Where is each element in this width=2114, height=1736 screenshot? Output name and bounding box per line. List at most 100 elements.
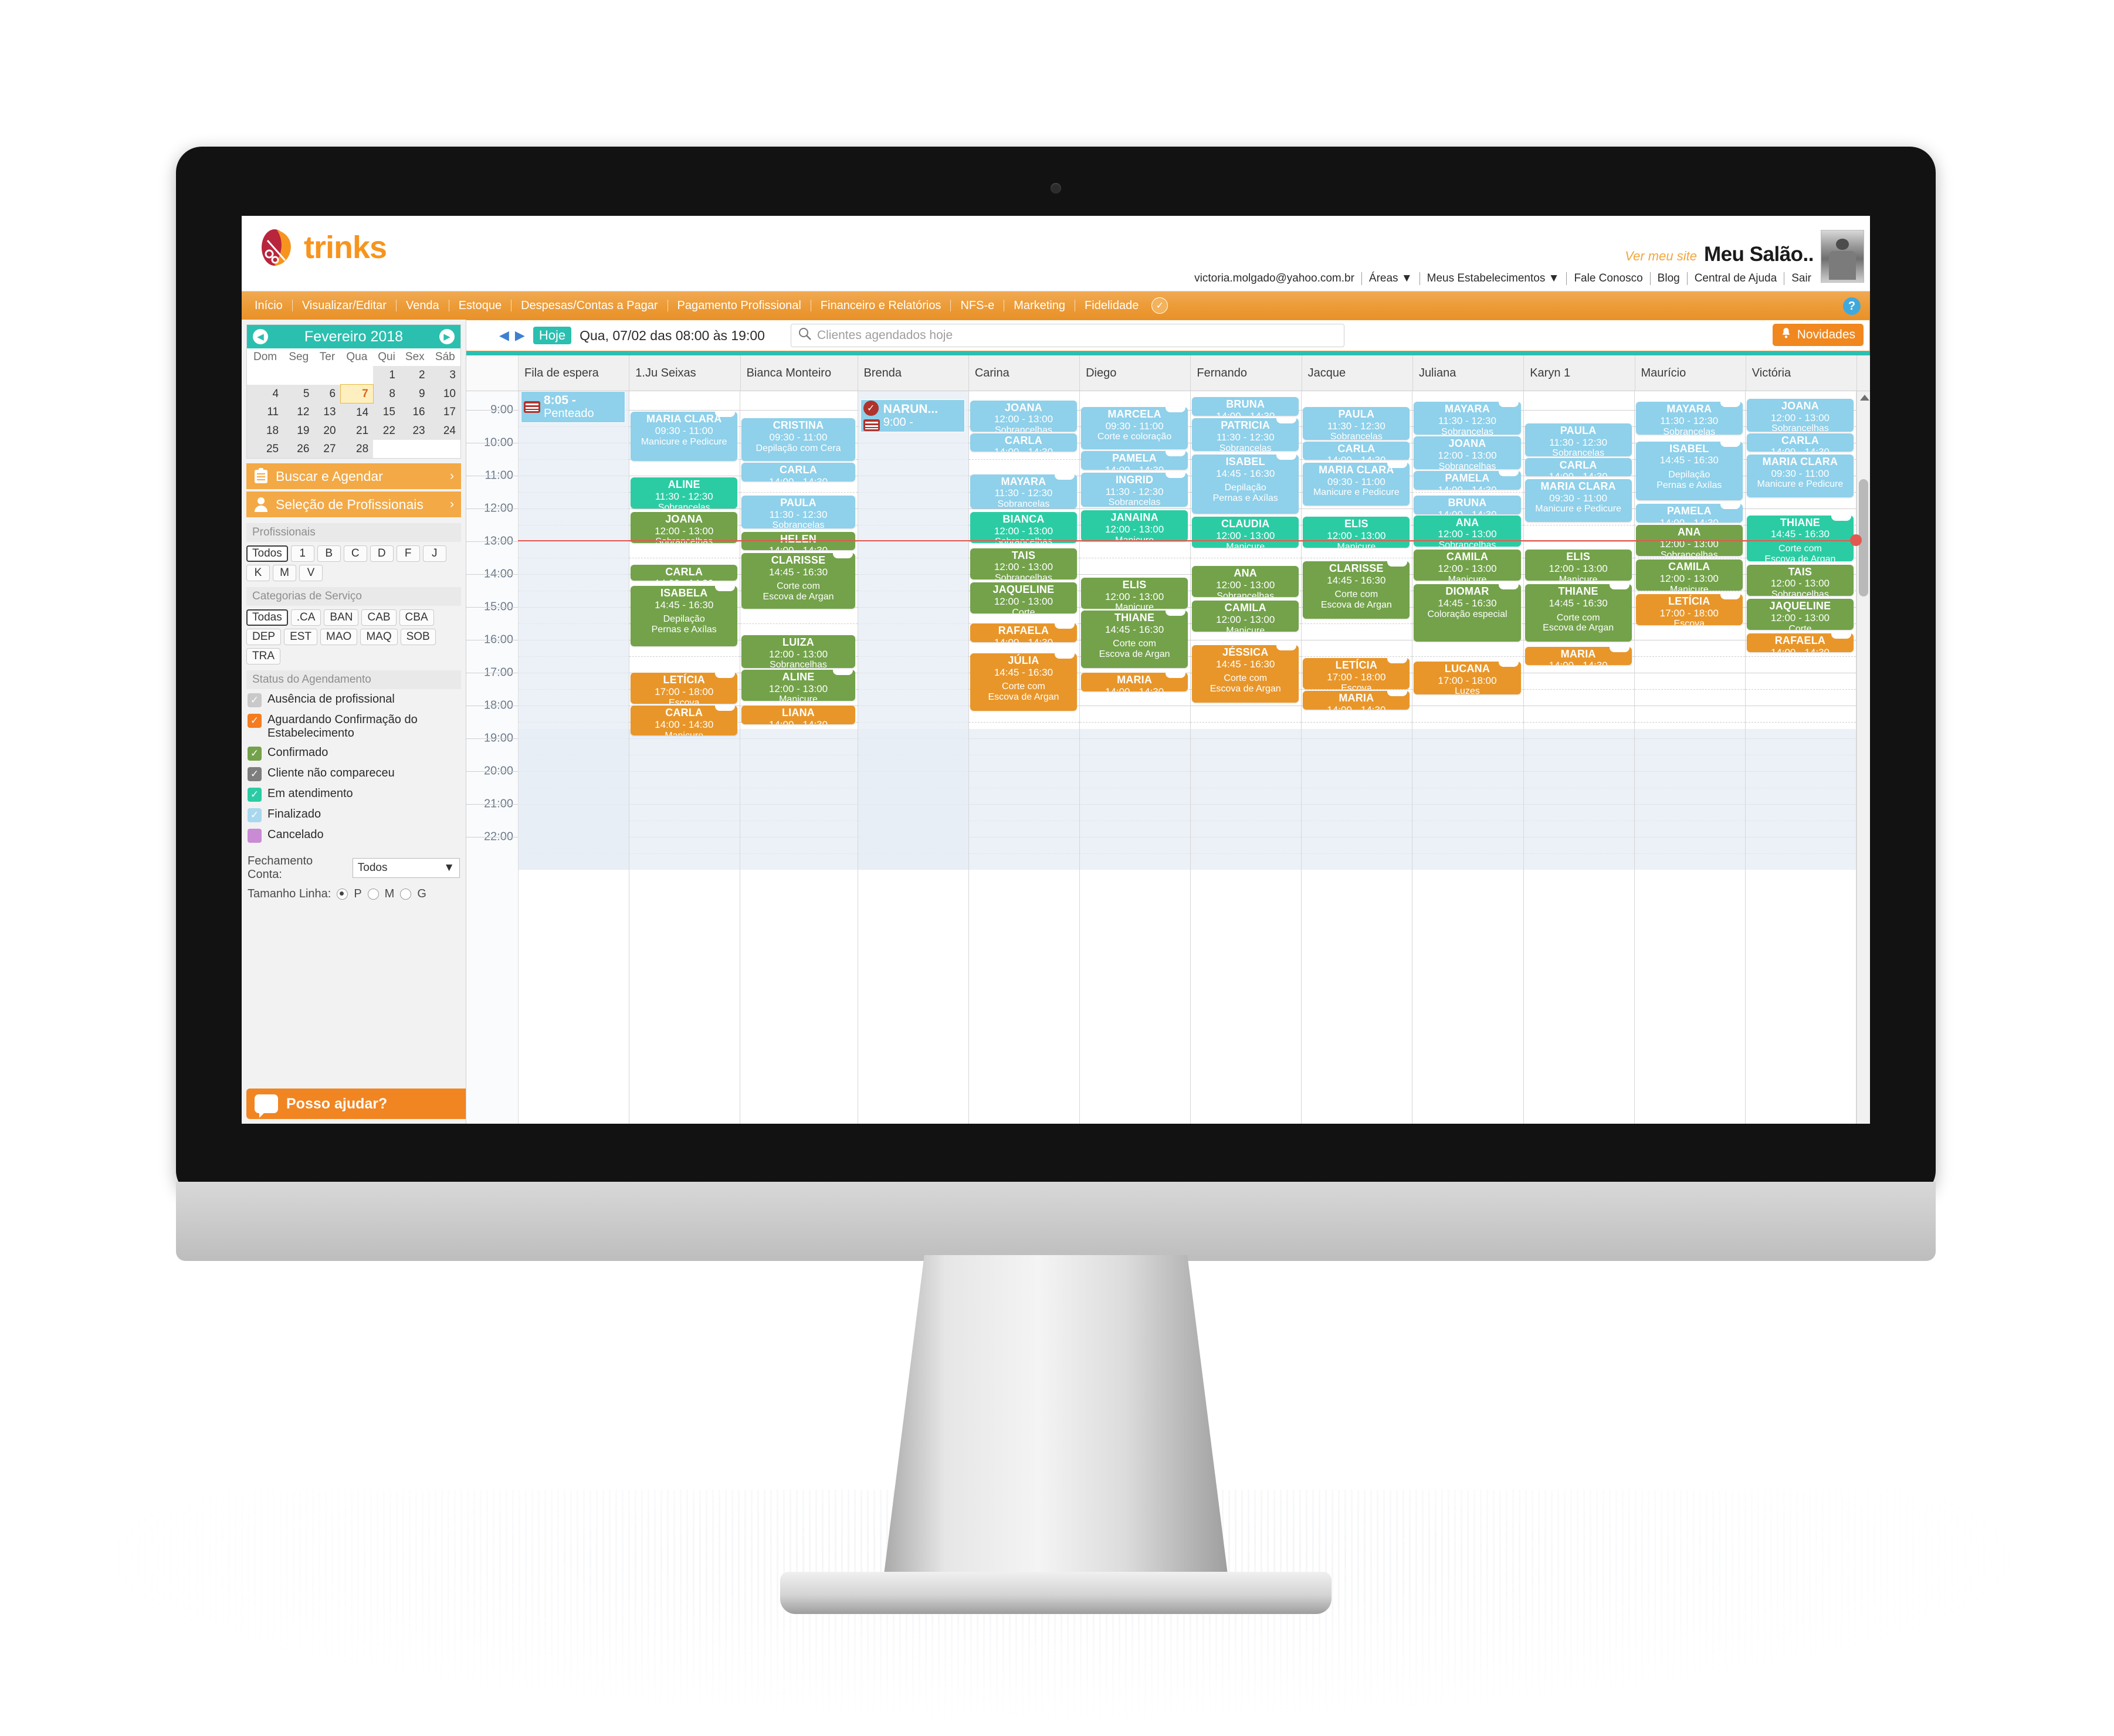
- chip-cat-todas[interactable]: Todas: [246, 609, 288, 626]
- status-row-nao-compareceu[interactable]: ✓ Cliente não compareceu: [248, 767, 460, 781]
- appointment-card[interactable]: CLAUDIA 12:00 - 13:00 Manicure: [1192, 517, 1299, 548]
- calendar-day-today[interactable]: 7: [340, 384, 374, 404]
- appointment-card[interactable]: MARIA14:00 - 14:30: [1081, 673, 1188, 692]
- appointment-card[interactable]: JÉSSICA 14:45 - 16:30 Corte com Escova de A…: [1192, 645, 1299, 703]
- appointment-card[interactable]: CAMILA 12:00 - 13:00 Manicure: [1635, 560, 1743, 591]
- appointment-card[interactable]: CARLA14:00 - 14:30: [1746, 433, 1854, 452]
- appointment-card[interactable]: MAYARA 11:30 - 12:30 Sobrancelas: [1414, 402, 1521, 435]
- chip-cat-tra[interactable]: TRA: [246, 648, 280, 664]
- calendar-day[interactable]: 2: [399, 366, 430, 385]
- chip-cat-maq[interactable]: MAQ: [360, 629, 398, 645]
- calendar-day[interactable]: 21: [340, 422, 374, 440]
- chip-prof-1[interactable]: 1: [290, 545, 314, 562]
- column-fila-de-espera[interactable]: 8:05 - Penteado: [519, 391, 630, 1124]
- column-header-brenda[interactable]: Brenda: [858, 355, 969, 391]
- appointment-card[interactable]: CARLA14:00 - 14:30: [631, 564, 738, 581]
- calendar-day[interactable]: 18: [247, 422, 284, 440]
- column-karyn-1[interactable]: PAULA11:30 - 12:30SobrancelasCARLA14:00 …: [1523, 391, 1635, 1124]
- appointment-card[interactable]: PATRICIA 11:30 - 12:30 Sobrancelas: [1192, 418, 1299, 452]
- appointment-card[interactable]: CARLA14:00 - 14:30: [1303, 441, 1410, 460]
- appointment-card[interactable]: JOANA 12:00 - 13:00 Sobrancelhas: [1414, 436, 1521, 469]
- radio-g[interactable]: [400, 889, 412, 900]
- triangle-right-icon[interactable]: ▶: [515, 328, 525, 343]
- radio-m[interactable]: [367, 889, 379, 900]
- util-item-estabelecimentos[interactable]: Meus Estabelecimentos ▼: [1420, 272, 1567, 285]
- appointment-card[interactable]: PAMELA14:00 - 14:30: [1081, 451, 1188, 470]
- appointment-card[interactable]: BRUNA14:00 - 14:30: [1414, 496, 1521, 514]
- appointment-card[interactable]: CARLA14:00 - 14:30: [1524, 457, 1632, 477]
- waiting-card[interactable]: 8:05 - Penteado: [521, 391, 626, 423]
- column-diego[interactable]: MARCELA 09:30 - 11:00 Corte e coloração PAM…: [1080, 391, 1191, 1124]
- appointment-card[interactable]: THIANE 14:45 - 16:30 Corte com Escova de Ar…: [1524, 584, 1632, 642]
- appointment-card[interactable]: CARLA14:00 - 14:30: [970, 433, 1077, 452]
- appointment-card[interactable]: JAQUELINE 12:00 - 13:00 Corte: [970, 582, 1077, 614]
- calendar-day[interactable]: 4: [247, 384, 284, 404]
- appointment-card[interactable]: LUIZA 12:00 - 13:00 Sobrancelhas: [741, 635, 855, 668]
- calendar-day[interactable]: 9: [399, 384, 430, 404]
- util-item-fale-conosco[interactable]: Fale Conosco: [1567, 272, 1651, 285]
- nav-nfse[interactable]: NFS-e: [951, 300, 1005, 311]
- search-input[interactable]: Clientes agendados hoje: [790, 324, 1344, 347]
- selecao-profissionais-button[interactable]: Seleção de Profissionais ›: [246, 491, 461, 517]
- appointment-card[interactable]: MAYARA 11:30 - 12:30 Sobrancelas: [1635, 402, 1743, 435]
- calendar-day[interactable]: 14: [340, 403, 374, 422]
- calendar-day[interactable]: 6: [314, 384, 341, 404]
- appointment-card[interactable]: PAULA 11:30 - 12:30 Sobrancelas: [1303, 406, 1410, 440]
- triangle-left-icon[interactable]: ◀: [499, 328, 509, 343]
- column-header-jacque[interactable]: Jacque: [1302, 355, 1413, 391]
- question-icon[interactable]: ?: [1843, 297, 1861, 315]
- checkbox-icon[interactable]: ✓: [248, 693, 262, 707]
- appointment-card[interactable]: MARIA CLARA 09:30 - 11:00 Manicure e Pedic…: [1303, 463, 1410, 506]
- column-header-juliana[interactable]: Juliana: [1413, 355, 1524, 391]
- nav-venda[interactable]: Venda: [397, 300, 449, 311]
- calendar-day[interactable]: 27: [314, 440, 341, 458]
- ver-meu-site-link[interactable]: Ver meu site: [1625, 249, 1697, 266]
- today-button[interactable]: Hoje: [533, 327, 572, 344]
- appointment-card[interactable]: ELIS 12:00 - 13:00 Manicure: [1081, 578, 1188, 609]
- appointment-card[interactable]: PAULA 11:30 - 12:30 Sobrancelas: [1524, 423, 1632, 456]
- column-header-fila-de-espera[interactable]: Fila de espera: [519, 355, 630, 391]
- nav-pagamento-profissional[interactable]: Pagamento Profissional: [668, 300, 811, 311]
- appointment-card[interactable]: ALINE 12:00 - 13:00 Manicure: [741, 669, 855, 701]
- column-header-fernando[interactable]: Fernando: [1191, 355, 1302, 391]
- column-bianca-monteiro[interactable]: CRISTINA 09:30 - 11:00 Depilação com Cera C…: [740, 391, 858, 1124]
- appointment-card[interactable]: ANA 12:00 - 13:00 Sobrancelhas: [1192, 566, 1299, 598]
- nav-visualizar-editar[interactable]: Visualizar/Editar: [293, 300, 397, 311]
- appointment-card[interactable]: LETÍCIA 17:00 - 18:00 Escova: [1303, 658, 1410, 690]
- column-header-bianca-monteiro[interactable]: Bianca Monteiro: [741, 355, 858, 391]
- appointment-card[interactable]: ISABELA 14:45 - 16:30 Depilação Pernas e Ax…: [631, 586, 738, 647]
- chip-cat-ban[interactable]: BAN: [324, 609, 359, 626]
- calendar-day[interactable]: 8: [373, 384, 400, 404]
- chip-cat-sob[interactable]: SOB: [400, 629, 436, 645]
- chip-cat-ca[interactable]: .CA: [290, 609, 321, 626]
- calendar-day[interactable]: 16: [399, 403, 430, 422]
- status-row-cancelado[interactable]: Cancelado: [248, 828, 460, 843]
- appointment-card[interactable]: CAMILA 12:00 - 13:00 Manicure: [1414, 550, 1521, 581]
- nav-estoque[interactable]: Estoque: [449, 300, 512, 311]
- nav-inicio[interactable]: Início: [242, 300, 293, 311]
- calendar-day[interactable]: 20: [314, 422, 341, 440]
- appointment-card[interactable]: MARIA14:00 - 14:30: [1303, 691, 1410, 710]
- appointment-card[interactable]: JOANA 12:00 - 13:00 Sobrancelhas: [631, 512, 738, 543]
- chip-cat-dep[interactable]: DEP: [246, 629, 282, 645]
- waiting-card[interactable]: ✓ NARUN... 9:00 -: [860, 399, 965, 432]
- appointment-card[interactable]: CLARISSE 14:45 - 16:30 Corte com Escova de …: [1303, 561, 1410, 619]
- appointment-card[interactable]: ELIS 12:00 - 13:00 Manicure: [1303, 517, 1410, 548]
- chip-cat-est[interactable]: EST: [284, 629, 318, 645]
- chip-prof-m[interactable]: M: [273, 565, 296, 581]
- appointment-card[interactable]: TAIS 12:00 - 13:00 Sobrancelhas: [970, 548, 1077, 579]
- calendar-day[interactable]: 11: [247, 403, 284, 422]
- checkbox-icon[interactable]: ✓: [248, 714, 262, 728]
- status-row-aguardando[interactable]: ✓ Aguardando Confirmação do Estabelecime…: [248, 713, 460, 740]
- column-juliana[interactable]: MAYARA 11:30 - 12:30 Sobrancelas JOANA 12:00…: [1412, 391, 1524, 1124]
- appointment-card[interactable]: MARCELA 09:30 - 11:00 Corte e coloração: [1081, 406, 1188, 450]
- appointment-card[interactable]: BRUNA14:00 - 14:30: [1192, 397, 1299, 416]
- appointment-card[interactable]: LETÍCIA 17:00 - 18:00 Escova: [631, 673, 738, 704]
- appointment-card[interactable]: PAMELA14:00 - 14:30: [1635, 504, 1743, 523]
- column-header-ju-seixas[interactable]: 1.Ju Seixas: [629, 355, 741, 391]
- calendar-day[interactable]: 5: [283, 384, 314, 404]
- calendar-day[interactable]: 12: [283, 403, 314, 422]
- nav-marketing[interactable]: Marketing: [1004, 300, 1076, 311]
- appointment-card[interactable]: RAFAELA14:00 - 14:30: [970, 623, 1077, 643]
- posso-ajudar-button[interactable]: Posso ajudar?: [246, 1089, 466, 1119]
